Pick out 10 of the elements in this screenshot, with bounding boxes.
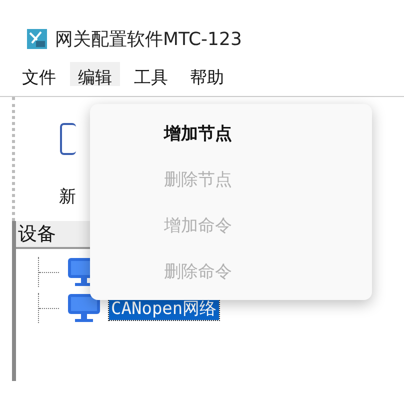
- document-icon: [60, 123, 76, 155]
- app-logo-icon: [27, 29, 47, 49]
- menu-item[interactable]: 编辑: [70, 62, 120, 86]
- window-title: 网关配置软件MTC-123: [55, 28, 242, 51]
- menu-item[interactable]: 帮助: [182, 62, 232, 86]
- menu-item[interactable]: 工具: [126, 62, 176, 86]
- toolbar-button[interactable]: 新: [59, 123, 76, 208]
- menu-option[interactable]: 增加节点: [90, 110, 372, 156]
- menu-item[interactable]: 文件: [14, 62, 64, 86]
- monitor-icon: [67, 293, 101, 323]
